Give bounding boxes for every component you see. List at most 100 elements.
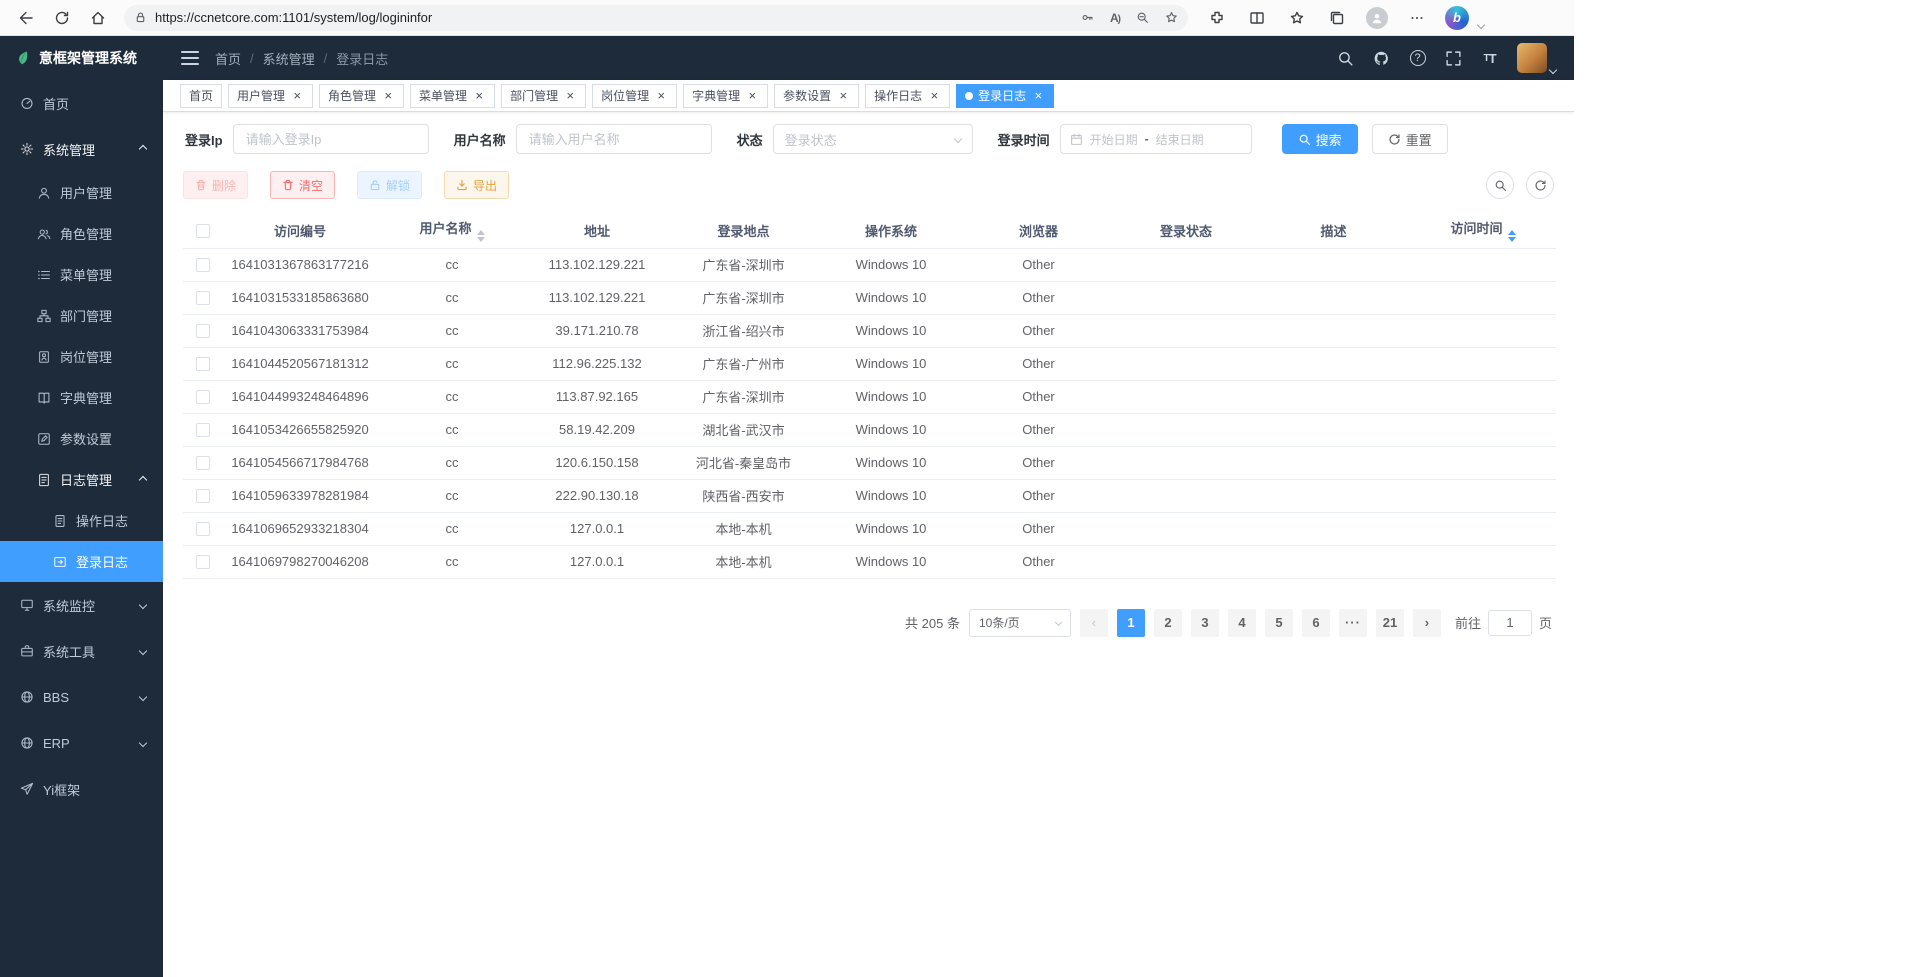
zoom-icon[interactable] — [1136, 11, 1149, 24]
tab-close-icon[interactable]: × — [654, 89, 668, 103]
profile-icon[interactable] — [1362, 4, 1392, 32]
page-size-select[interactable]: 10条/页 — [969, 609, 1071, 637]
favorite-star-icon[interactable] — [1165, 11, 1178, 24]
tab[interactable]: 操作日志 × — [865, 84, 950, 108]
extensions-icon[interactable] — [1202, 4, 1232, 32]
clear-button[interactable]: 清空 — [270, 171, 335, 199]
toggle-search-button[interactable] — [1486, 171, 1514, 199]
key-icon[interactable] — [1081, 11, 1094, 24]
more-pages-button[interactable]: ··· — [1339, 609, 1367, 637]
sidebar-item-menu-management[interactable]: 菜单管理 — [0, 254, 163, 295]
row-checkbox[interactable] — [196, 324, 210, 338]
sidebar-item-login-log[interactable]: 登录日志 — [0, 541, 163, 582]
tab-close-icon[interactable]: × — [472, 89, 486, 103]
goto-page-input[interactable] — [1488, 610, 1532, 636]
reset-button[interactable]: 重置 — [1372, 124, 1448, 154]
github-icon[interactable] — [1373, 50, 1390, 67]
row-checkbox[interactable] — [196, 423, 210, 437]
refresh-icon[interactable] — [46, 4, 78, 32]
font-size-icon[interactable]: TT — [1481, 50, 1498, 67]
row-checkbox[interactable] — [196, 456, 210, 470]
ip-input[interactable] — [233, 124, 429, 154]
favorites-icon[interactable] — [1282, 4, 1312, 32]
sidebar-item-department-management[interactable]: 部门管理 — [0, 295, 163, 336]
page-button[interactable]: 2 — [1154, 609, 1182, 637]
sidebar-item-system-management[interactable]: 系统管理 — [0, 126, 163, 172]
sidebar-item-operation-log[interactable]: 操作日志 — [0, 500, 163, 541]
prev-page-button[interactable]: ‹ — [1080, 609, 1108, 637]
user-avatar[interactable] — [1517, 43, 1556, 73]
tab[interactable]: 用户管理 × — [228, 84, 313, 108]
row-checkbox[interactable] — [196, 555, 210, 569]
tab[interactable]: 字典管理 × — [683, 84, 768, 108]
unlock-button[interactable]: 解锁 — [357, 171, 422, 199]
tab[interactable]: 登录日志 × — [956, 84, 1054, 108]
search-icon[interactable] — [1337, 50, 1354, 67]
col-username[interactable]: 用户名称 — [377, 213, 527, 248]
date-range-picker[interactable]: 开始日期 - 结束日期 — [1060, 124, 1252, 154]
last-page-button[interactable]: 21 — [1376, 609, 1404, 637]
table-row[interactable]: 1641031533185863680 cc 113.102.129.221 广… — [183, 281, 1556, 314]
tab[interactable]: 部门管理 × — [501, 84, 586, 108]
tab[interactable]: 参数设置 × — [774, 84, 859, 108]
table-row[interactable]: 1641059633978281984 cc 222.90.130.18 陕西省… — [183, 479, 1556, 512]
sidebar-item-log-management[interactable]: 日志管理 — [0, 459, 163, 500]
export-button[interactable]: 导出 — [444, 171, 509, 199]
tab[interactable]: 首页 × — [180, 84, 222, 108]
sidebar-caret-icon[interactable] — [1477, 20, 1485, 28]
help-icon[interactable]: ? — [1409, 50, 1426, 67]
sort-icons[interactable] — [1508, 230, 1516, 242]
tab-close-icon[interactable]: × — [563, 89, 577, 103]
hamburger-icon[interactable] — [181, 51, 199, 65]
page-button[interactable]: 4 — [1228, 609, 1256, 637]
url-text[interactable]: https://ccnetcore.com:1101/system/log/lo… — [155, 10, 1073, 25]
bing-copilot-icon[interactable]: b — [1442, 4, 1472, 32]
page-button[interactable]: 5 — [1265, 609, 1293, 637]
tab-close-icon[interactable]: × — [290, 89, 304, 103]
row-checkbox[interactable] — [196, 522, 210, 536]
sidebar-item-user-management[interactable]: 用户管理 — [0, 172, 163, 213]
address-bar[interactable]: https://ccnetcore.com:1101/system/log/lo… — [124, 5, 1188, 31]
table-row[interactable]: 1641053426655825920 cc 58.19.42.209 湖北省-… — [183, 413, 1556, 446]
row-checkbox[interactable] — [196, 258, 210, 272]
row-checkbox[interactable] — [196, 357, 210, 371]
page-button[interactable]: 6 — [1302, 609, 1330, 637]
next-page-button[interactable]: › — [1413, 609, 1441, 637]
table-row[interactable]: 1641044520567181312 cc 112.96.225.132 广东… — [183, 347, 1556, 380]
sidebar-item-post-management[interactable]: 岗位管理 — [0, 336, 163, 377]
sidebar-item-system-monitor[interactable]: 系统监控 — [0, 582, 163, 628]
row-checkbox[interactable] — [196, 291, 210, 305]
sidebar-item-bbs[interactable]: BBS — [0, 674, 163, 720]
home-icon[interactable] — [82, 4, 114, 32]
table-row[interactable]: 1641069798270046208 cc 127.0.0.1 本地-本机 W… — [183, 545, 1556, 578]
tab-close-icon[interactable]: × — [1031, 89, 1045, 103]
tab[interactable]: 角色管理 × — [319, 84, 404, 108]
table-row[interactable]: 1641069652933218304 cc 127.0.0.1 本地-本机 W… — [183, 512, 1556, 545]
table-row[interactable]: 1641054566717984768 cc 120.6.150.158 河北省… — [183, 446, 1556, 479]
sidebar-item-param-settings[interactable]: 参数设置 — [0, 418, 163, 459]
sort-icons[interactable] — [477, 230, 485, 242]
tab-close-icon[interactable]: × — [745, 89, 759, 103]
refresh-table-button[interactable] — [1526, 171, 1554, 199]
row-checkbox[interactable] — [196, 390, 210, 404]
search-button[interactable]: 搜索 — [1282, 124, 1358, 154]
breadcrumb-home[interactable]: 首页 — [215, 49, 241, 68]
split-screen-icon[interactable] — [1242, 4, 1272, 32]
read-aloud-icon[interactable]: A) — [1110, 11, 1120, 25]
select-all-checkbox[interactable] — [196, 224, 210, 238]
breadcrumb-system[interactable]: 系统管理 — [263, 49, 315, 68]
table-row[interactable]: 1641044993248464896 cc 113.87.92.165 广东省… — [183, 380, 1556, 413]
more-menu-icon[interactable] — [1402, 4, 1432, 32]
sidebar-item-home[interactable]: 首页 — [0, 80, 163, 126]
tab-close-icon[interactable]: × — [836, 89, 850, 103]
col-visit-time[interactable]: 访问时间 — [1410, 213, 1556, 248]
sidebar-item-yi-framework[interactable]: Yi框架 — [0, 766, 163, 812]
page-button[interactable]: 3 — [1191, 609, 1219, 637]
table-row[interactable]: 1641031367863177216 cc 113.102.129.221 广… — [183, 248, 1556, 281]
sidebar-item-role-management[interactable]: 角色管理 — [0, 213, 163, 254]
fullscreen-icon[interactable] — [1445, 50, 1462, 67]
collections-icon[interactable] — [1322, 4, 1352, 32]
sidebar-item-erp[interactable]: ERP — [0, 720, 163, 766]
table-row[interactable]: 1641043063331753984 cc 39.171.210.78 浙江省… — [183, 314, 1556, 347]
username-input[interactable] — [516, 124, 712, 154]
